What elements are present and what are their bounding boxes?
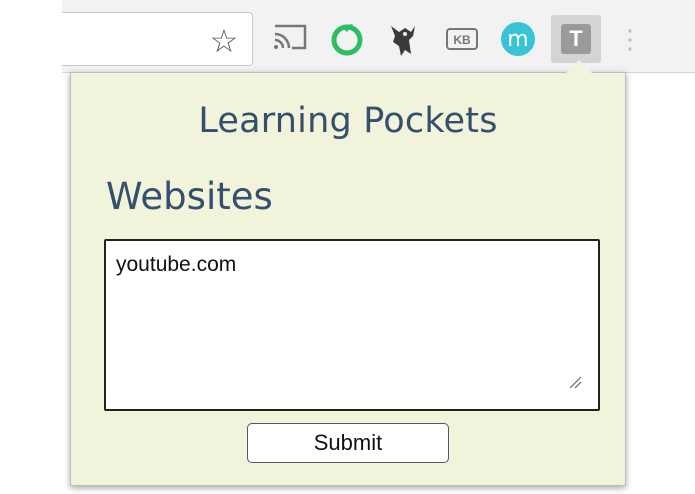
popup-title: Learning Pockets — [198, 101, 498, 141]
cast-icon[interactable] — [272, 22, 308, 52]
resize-grip-icon[interactable] — [568, 375, 582, 389]
evernote-icon[interactable] — [331, 22, 363, 56]
submit-button[interactable]: Submit — [247, 423, 449, 463]
learning-pockets-t-icon[interactable]: T — [561, 24, 591, 54]
more-menu-icon[interactable]: ⋮ — [617, 24, 643, 54]
popup-caret — [566, 60, 592, 73]
address-bar[interactable]: ☆ — [62, 12, 253, 66]
m-extension-icon[interactable]: m — [501, 22, 535, 56]
websites-label: Websites — [106, 175, 273, 218]
kb-label: KB — [453, 33, 471, 47]
extension-popup: Learning Pockets Websites youtube.com Su… — [70, 72, 626, 486]
bookmark-star-icon[interactable]: ☆ — [206, 23, 242, 59]
ninja-extension-icon[interactable] — [385, 20, 421, 58]
kb-icon[interactable]: KB — [446, 28, 478, 50]
websites-textarea[interactable]: youtube.com — [104, 239, 600, 411]
